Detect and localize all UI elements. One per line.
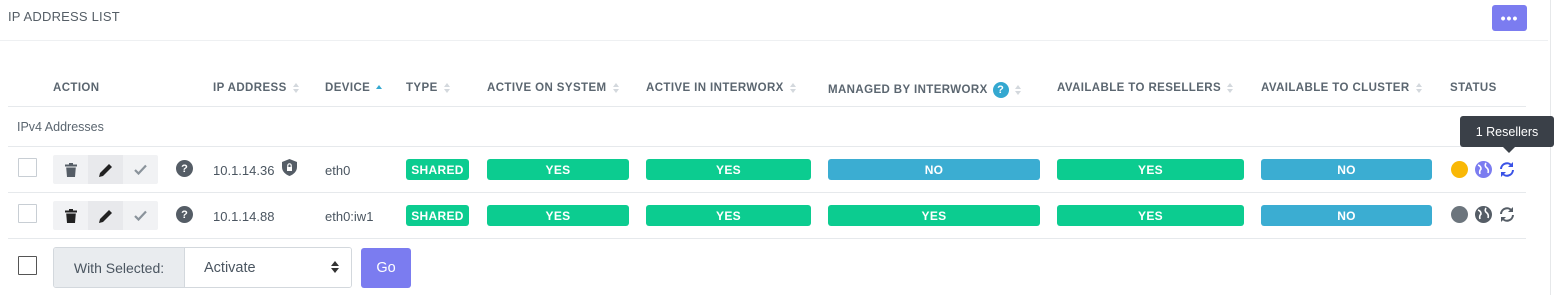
trash-icon <box>64 162 77 177</box>
help-icon[interactable]: ? <box>176 206 193 223</box>
resellers-badge[interactable]: YES <box>1057 159 1244 180</box>
row-checkbox[interactable] <box>18 158 37 177</box>
select-all-checkbox[interactable] <box>18 256 37 275</box>
device: eth0 <box>325 163 351 178</box>
activate-button[interactable] <box>123 201 158 230</box>
resellers-tooltip: 1 Resellers <box>1460 116 1554 153</box>
sync-icon[interactable] <box>1498 161 1516 183</box>
resellers-badge[interactable]: YES <box>1057 205 1244 226</box>
row-checkbox[interactable] <box>18 204 37 223</box>
globe-icon[interactable] <box>1475 206 1492 228</box>
help-icon[interactable]: ? <box>992 82 1009 98</box>
active-in-interworx-badge[interactable]: YES <box>646 205 811 226</box>
divider <box>8 192 1526 193</box>
col-active-in-interworx[interactable]: ACTIVE IN INTERWORX <box>646 82 796 94</box>
help-icon[interactable]: ? <box>176 160 193 177</box>
managed-badge[interactable]: YES <box>828 205 1040 226</box>
cluster-badge[interactable]: NO <box>1261 205 1432 226</box>
divider <box>8 238 1526 239</box>
device: eth0:iw1 <box>325 209 374 224</box>
activate-button[interactable] <box>123 155 158 184</box>
type-badge: SHARED <box>406 205 469 226</box>
select-caret-icon <box>331 261 339 273</box>
col-status: STATUS <box>1450 82 1497 94</box>
col-available-to-resellers[interactable]: AVAILABLE TO RESELLERS <box>1057 82 1234 94</box>
edit-button[interactable] <box>88 155 123 184</box>
sort-icon <box>1014 85 1021 95</box>
col-type[interactable]: TYPE <box>406 82 450 94</box>
row-actions <box>53 201 158 230</box>
status-dot <box>1451 161 1468 178</box>
check-icon <box>134 164 147 175</box>
ip-address: 10.1.14.36 <box>213 163 275 178</box>
with-selected-label: With Selected: <box>54 248 185 287</box>
panel-border <box>1550 0 1551 295</box>
group-label: IPv4 Addresses <box>17 120 104 134</box>
sort-asc-icon <box>376 85 383 91</box>
col-active-on-system[interactable]: ACTIVE ON SYSTEM <box>487 82 619 94</box>
managed-badge[interactable]: NO <box>828 159 1040 180</box>
delete-button[interactable] <box>53 155 88 184</box>
pencil-icon <box>98 209 112 223</box>
sort-icon <box>1415 83 1422 93</box>
check-icon <box>134 210 147 221</box>
bulk-action-group: With Selected: Activate <box>53 247 352 288</box>
sort-icon <box>292 83 299 93</box>
active-on-system-badge[interactable]: YES <box>487 159 629 180</box>
col-ip-address[interactable]: IP ADDRESS <box>213 82 299 94</box>
divider <box>8 106 1526 107</box>
bulk-action-select[interactable]: Activate <box>185 248 351 287</box>
edit-button[interactable] <box>88 201 123 230</box>
shield-lock-icon <box>282 159 297 181</box>
col-available-to-cluster[interactable]: AVAILABLE TO CLUSTER <box>1261 82 1422 94</box>
ip-address: 10.1.14.88 <box>213 209 275 224</box>
col-action: ACTION <box>53 82 100 94</box>
row-actions <box>53 155 158 184</box>
bulk-action-value: Activate <box>204 259 256 276</box>
sort-icon <box>1227 83 1234 93</box>
trash-icon <box>64 208 77 223</box>
status-dot <box>1451 206 1468 223</box>
active-in-interworx-badge[interactable]: YES <box>646 159 811 180</box>
panel-menu-button[interactable]: ••• <box>1492 5 1527 31</box>
header-divider <box>0 40 1548 41</box>
pencil-icon <box>98 163 112 177</box>
cluster-badge[interactable]: NO <box>1261 159 1432 180</box>
sync-icon[interactable] <box>1498 206 1516 228</box>
active-on-system-badge[interactable]: YES <box>487 205 629 226</box>
delete-button[interactable] <box>53 201 88 230</box>
go-button[interactable]: Go <box>361 248 411 288</box>
globe-icon[interactable] <box>1475 161 1492 183</box>
type-badge: SHARED <box>406 159 469 180</box>
sort-icon <box>789 83 796 93</box>
sort-icon <box>443 83 450 93</box>
divider <box>8 146 1526 147</box>
col-managed-by-interworx[interactable]: MANAGED BY INTERWORX? <box>828 82 1021 98</box>
col-device[interactable]: DEVICE <box>325 82 383 94</box>
sort-icon <box>612 83 619 93</box>
panel-title: IP ADDRESS LIST <box>8 9 120 24</box>
